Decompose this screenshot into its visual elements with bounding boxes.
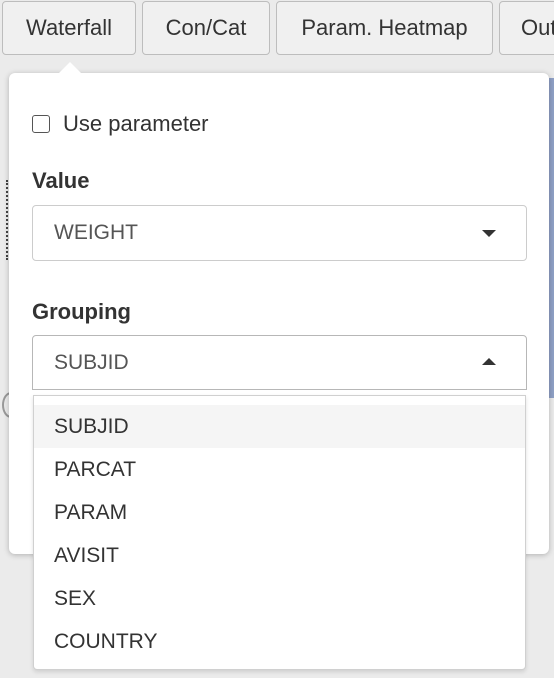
- tab-out[interactable]: Out: [499, 1, 554, 55]
- dropdown-option[interactable]: PARCAT: [34, 448, 525, 491]
- background-plot-bar: [549, 78, 554, 398]
- tab-bar: Waterfall Con/Cat Param. Heatmap Out: [0, 0, 554, 60]
- dropdown-option[interactable]: AVISIT: [34, 534, 525, 577]
- dropdown-option[interactable]: SUBJID: [34, 405, 525, 448]
- use-parameter-row[interactable]: Use parameter: [32, 111, 209, 137]
- grouping-field-label: Grouping: [32, 299, 131, 324]
- value-field-label: Value: [32, 168, 90, 193]
- tab-con-cat[interactable]: Con/Cat: [142, 1, 270, 55]
- value-select-text: WEIGHT: [54, 221, 138, 244]
- popover-arrow: [58, 62, 82, 74]
- value-select[interactable]: WEIGHT: [32, 205, 527, 261]
- use-parameter-checkbox[interactable]: [32, 115, 50, 133]
- tab-param-heatmap[interactable]: Param. Heatmap: [276, 1, 493, 55]
- use-parameter-label[interactable]: Use parameter: [63, 111, 209, 137]
- chevron-up-icon: [482, 358, 496, 365]
- dropdown-option[interactable]: PARAM: [34, 491, 525, 534]
- grouping-dropdown-list: SUBJID PARCAT PARAM AVISIT SEX COUNTRY: [33, 395, 526, 670]
- dropdown-option[interactable]: SEX: [34, 577, 525, 620]
- grouping-select[interactable]: SUBJID: [32, 335, 527, 390]
- grouping-select-text: SUBJID: [54, 351, 129, 374]
- dropdown-option[interactable]: COUNTRY: [34, 620, 525, 663]
- chevron-down-icon: [482, 230, 496, 237]
- tab-waterfall[interactable]: Waterfall: [2, 1, 136, 55]
